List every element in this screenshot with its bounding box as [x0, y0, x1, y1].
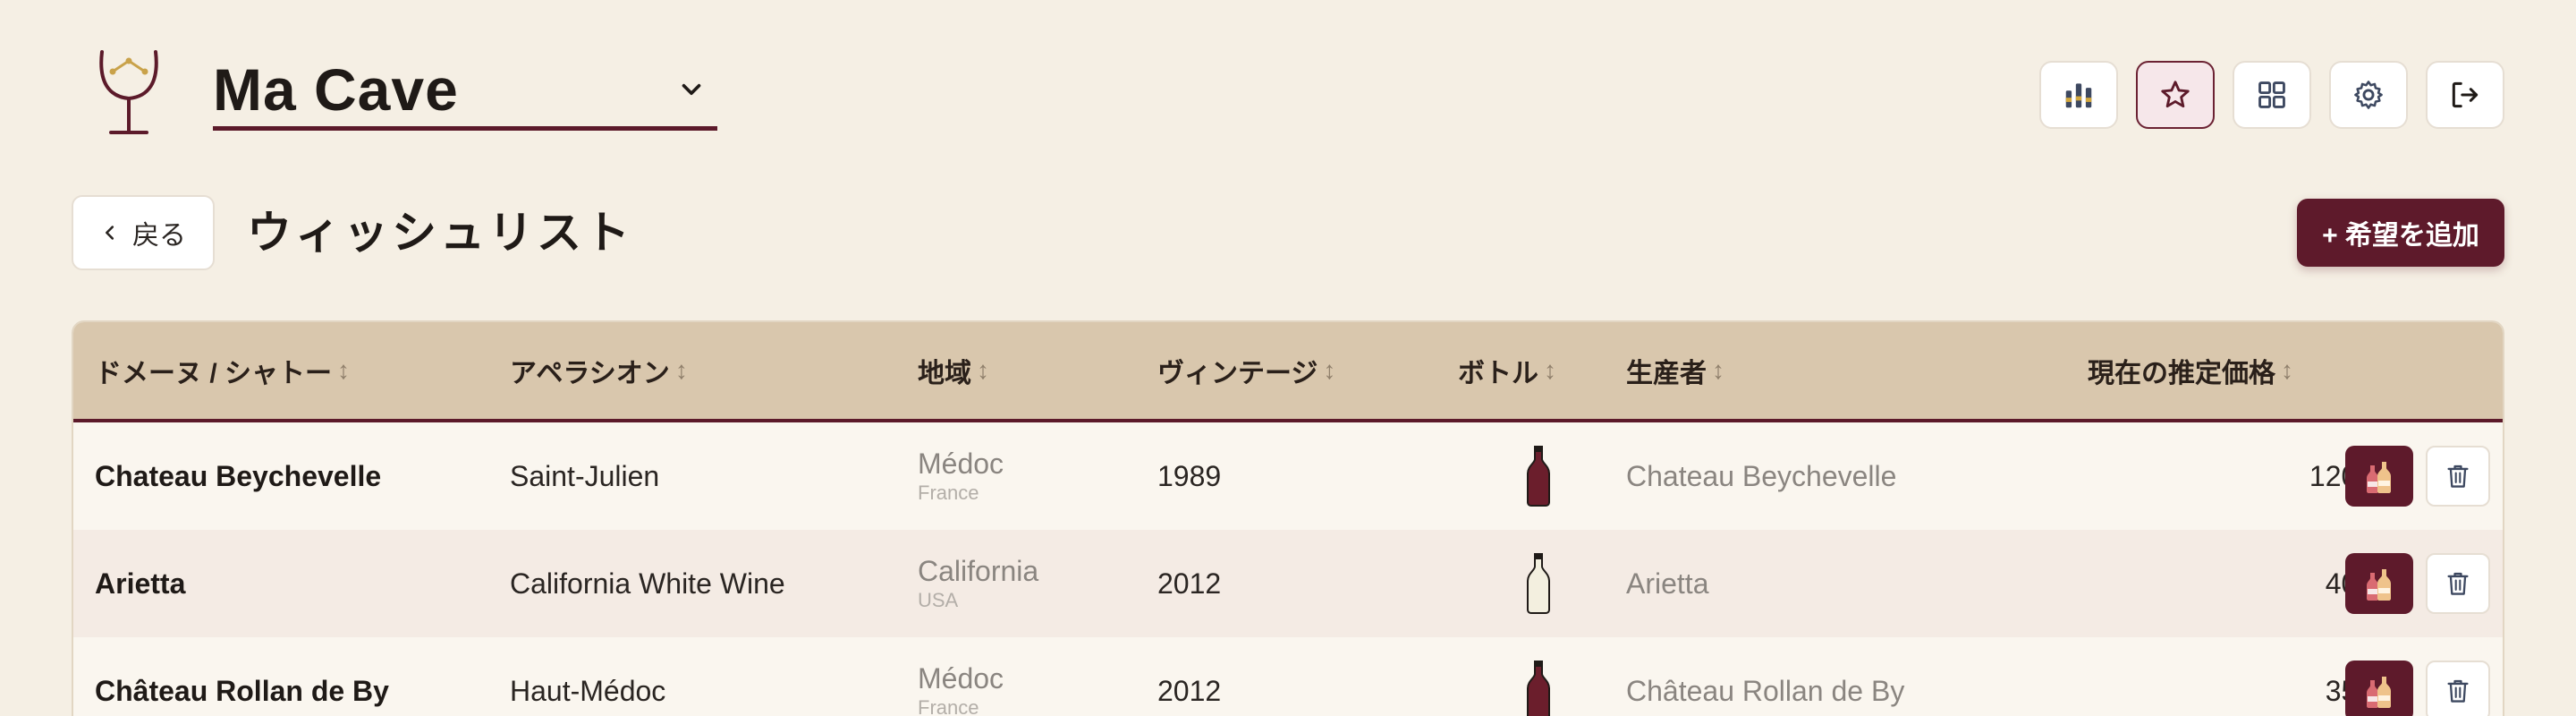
cave-selector[interactable]: Ma Cave [213, 52, 717, 131]
appellation-cell: Saint-Julien [510, 459, 660, 492]
sort-icon: ↕ [1544, 356, 1556, 384]
wine-bottle-icon [1527, 446, 1550, 507]
bottles-icon [2367, 569, 2391, 601]
column-label: ドメーヌ / シャトー [95, 359, 333, 388]
region-country: France [918, 696, 979, 716]
add-wish-button[interactable]: + 希望を追加 [2297, 199, 2504, 267]
gear-icon [2354, 81, 2383, 109]
producer-cell: Château Rollan de By [1626, 674, 1905, 707]
column-label: 地域 [918, 359, 971, 388]
region-name: California [918, 555, 1039, 587]
trash-icon [2447, 465, 2469, 488]
cave-name: Ma Cave [213, 55, 459, 123]
domaine-cell: Chateau Beychevelle [95, 459, 382, 492]
wishlist-button[interactable] [2136, 61, 2215, 129]
logout-button[interactable] [2426, 61, 2504, 129]
column-label: ヴィンテージ [1157, 359, 1318, 388]
column-header-price[interactable]: 現在の推定価格 ↕ [2088, 322, 2293, 419]
sort-icon: ↕ [1712, 356, 1724, 384]
page-title: ウィッシュリスト [247, 208, 633, 258]
top-toolbar [2039, 61, 2504, 129]
back-label: 戻る [132, 221, 186, 251]
move-to-cellar-button[interactable] [2345, 553, 2413, 614]
vintage-cell: 2012 [1157, 674, 1222, 707]
column-label: 現在の推定価格 [2088, 359, 2275, 388]
table-row[interactable]: Chateau Beychevelle Saint-Julien Médoc F… [73, 422, 2503, 530]
region-country: USA [918, 589, 959, 611]
move-to-cellar-button[interactable] [2345, 661, 2413, 716]
delete-button[interactable] [2426, 446, 2490, 507]
bottle-cell [1485, 422, 1592, 530]
sort-icon: ↕ [977, 356, 989, 384]
column-label: ボトル [1458, 359, 1538, 388]
bottles-icon [2367, 462, 2391, 493]
price-cell: 120 € [2309, 459, 2381, 492]
column-label: アペラシオン [510, 359, 670, 388]
stats-button[interactable] [2039, 61, 2118, 129]
grid-icon [2258, 81, 2285, 108]
stats-icon [2065, 83, 2092, 108]
price-cell: 40 € [2325, 567, 2381, 600]
column-header-domaine[interactable]: ドメーヌ / シャトー ↕ [95, 322, 350, 419]
column-label: 生産者 [1626, 359, 1707, 388]
table-row[interactable]: Château Rollan de By Haut-Médoc Médoc Fr… [73, 637, 2503, 716]
logout-icon [2452, 81, 2479, 108]
column-header-region[interactable]: 地域 ↕ [918, 322, 989, 419]
delete-button[interactable] [2426, 661, 2490, 716]
chevron-left-icon [106, 226, 114, 240]
column-header-vintage[interactable]: ヴィンテージ ↕ [1157, 322, 1335, 419]
region-cell: Médoc France [918, 637, 1004, 716]
region-country: France [918, 482, 979, 504]
bottles-icon [2367, 677, 2391, 708]
vintage-cell: 2012 [1157, 567, 1222, 600]
wine-bottle-icon [1527, 553, 1550, 614]
bottle-cell [1485, 530, 1592, 637]
appellation-cell: Haut-Médoc [510, 674, 666, 707]
settings-button[interactable] [2329, 61, 2408, 129]
price-cell: 35 € [2325, 674, 2381, 707]
sort-icon: ↕ [674, 356, 688, 384]
region-cell: California USA [918, 530, 1038, 637]
vintage-cell: 1989 [1157, 459, 1222, 492]
wine-glass-logo-icon [93, 47, 165, 140]
back-button[interactable]: 戻る [72, 195, 215, 270]
sort-icon: ↕ [1323, 356, 1336, 384]
producer-cell: Chateau Beychevelle [1626, 459, 1897, 492]
producer-cell: Arietta [1626, 567, 1709, 600]
grid-view-button[interactable] [2233, 61, 2311, 129]
bottle-cell [1485, 637, 1592, 716]
sort-icon: ↕ [2281, 356, 2293, 384]
delete-button[interactable] [2426, 553, 2490, 614]
wishlist-table: ドメーヌ / シャトー ↕ アペラシオン ↕ 地域 ↕ ヴィンテージ ↕ ボトル… [72, 320, 2504, 716]
table-header: ドメーヌ / シャトー ↕ アペラシオン ↕ 地域 ↕ ヴィンテージ ↕ ボトル… [73, 322, 2503, 422]
trash-icon [2447, 679, 2469, 703]
wine-bottle-icon [1527, 661, 1550, 716]
trash-icon [2447, 572, 2469, 595]
region-name: Médoc [918, 448, 1004, 480]
appellation-cell: California White Wine [510, 567, 785, 600]
domaine-cell: Arietta [95, 567, 186, 600]
move-to-cellar-button[interactable] [2345, 446, 2413, 507]
region-cell: Médoc France [918, 422, 1004, 530]
column-header-producer[interactable]: 生産者 ↕ [1626, 322, 1724, 419]
star-icon [2161, 81, 2190, 108]
table-row[interactable]: Arietta California White Wine California… [73, 530, 2503, 637]
table-body: Chateau Beychevelle Saint-Julien Médoc F… [73, 422, 2503, 716]
column-header-appellation[interactable]: アペラシオン ↕ [510, 322, 688, 419]
chevron-down-icon [682, 83, 701, 95]
region-name: Médoc [918, 662, 1004, 695]
domaine-cell: Château Rollan de By [95, 674, 389, 707]
column-header-bottle[interactable]: ボトル ↕ [1458, 322, 1556, 419]
sort-icon: ↕ [337, 356, 351, 384]
